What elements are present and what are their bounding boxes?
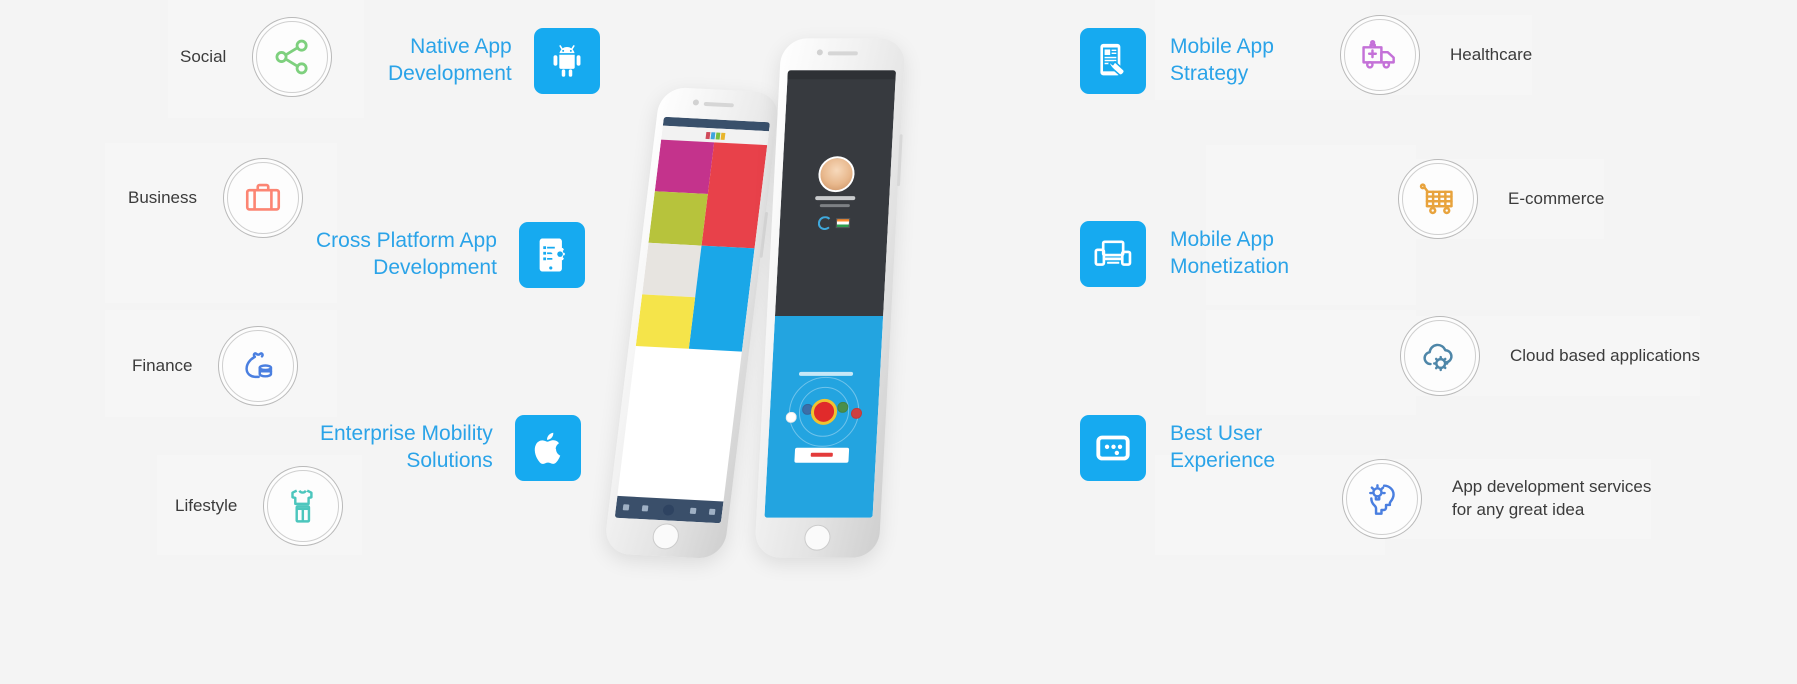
industry-label-cloud-based-applications: Cloud based applications (1510, 345, 1700, 365)
phone-speaker (703, 101, 735, 108)
industry-label-social: Social (180, 46, 227, 66)
industry-label-app-development-services: App development services for any great i… (1452, 477, 1652, 519)
tile-crafts-stationery[interactable] (648, 191, 708, 246)
apple-icon (514, 415, 581, 481)
phone-speaker (827, 51, 858, 56)
radar-status-text (798, 371, 854, 376)
industry-label-ecommerce: E-commerce (1508, 188, 1605, 208)
service-label-best-user-experience: Best User Experience (1170, 422, 1276, 472)
cloud-gear-icon (1400, 316, 1480, 396)
android-icon (533, 28, 600, 94)
tile-accessories[interactable] (635, 294, 696, 349)
window-dots-icon (1080, 415, 1146, 481)
industry-item-healthcare[interactable]: Healthcare (1340, 15, 1533, 95)
bg-panel-7 (1206, 310, 1416, 415)
tab-icon-profile[interactable] (622, 504, 630, 511)
phone-camera (816, 49, 824, 56)
industry-label-lifestyle: Lifestyle (175, 495, 238, 515)
phone-home-button[interactable] (803, 524, 832, 551)
tile-fashion[interactable] (642, 242, 702, 298)
app-tab-bar[interactable] (614, 495, 724, 524)
tab-icon-share[interactable] (641, 505, 649, 512)
category-tile-grid (635, 139, 768, 352)
category-tiles-app (614, 116, 771, 524)
industry-item-ecommerce[interactable]: E-commerce (1398, 159, 1605, 239)
service-label-cross-platform-app-development: Cross Platform App Development (316, 229, 497, 279)
tile-furniture[interactable] (688, 245, 755, 352)
service-item-mobile-app-monetization[interactable]: Mobile App Monetization (1080, 221, 1289, 287)
phone-side-button (896, 134, 903, 187)
radar-peer (850, 407, 863, 419)
flag-icon (835, 218, 851, 229)
profile-locale-row (817, 216, 851, 231)
profile-name (815, 196, 856, 201)
service-label-native-app-development: Native App Development (388, 35, 512, 85)
service-label-enterprise-mobility-solutions: Enterprise Mobility Solutions (320, 422, 493, 472)
tab-icon-camera[interactable] (709, 508, 716, 516)
tab-icon-alerts[interactable] (689, 507, 697, 514)
loading-ring-icon (817, 216, 833, 231)
radar-graphic (785, 376, 864, 447)
service-item-native-app-development[interactable]: Native App Development (388, 28, 600, 94)
profile-header (774, 70, 897, 317)
tile-footwear[interactable] (654, 139, 715, 194)
avatar (817, 156, 856, 193)
service-item-mobile-app-strategy[interactable]: Mobile App Strategy (1080, 28, 1274, 94)
phone-gear-icon (518, 222, 585, 288)
android-phone-mockup (603, 86, 781, 560)
hero-illustration: Social Business Finance Lifestyle Native… (0, 0, 1797, 684)
industry-item-finance[interactable]: Finance (132, 326, 299, 406)
iphone-mockup (754, 38, 906, 558)
industry-item-business[interactable]: Business (128, 158, 303, 238)
service-item-cross-platform-app-development[interactable]: Cross Platform App Development (316, 222, 585, 288)
service-label-mobile-app-monetization: Mobile App Monetization (1170, 228, 1290, 278)
industry-item-cloud-based-applications[interactable]: Cloud based applications (1400, 316, 1700, 396)
tab-icon-cart[interactable] (660, 501, 678, 518)
phone-home-button[interactable] (651, 522, 681, 550)
shopping-cart-icon (1398, 159, 1478, 239)
share-nodes-icon (252, 17, 333, 97)
industry-label-healthcare: Healthcare (1450, 44, 1533, 64)
ambulance-icon (1340, 15, 1420, 95)
phone-hand-icon (1080, 28, 1146, 94)
tile-home-garden[interactable] (701, 142, 768, 249)
briefcase-icon (222, 158, 303, 238)
service-item-best-user-experience[interactable]: Best User Experience (1080, 415, 1275, 481)
app-status-bar (787, 70, 897, 80)
industry-item-lifestyle[interactable]: Lifestyle (175, 466, 344, 546)
radar-cta-button[interactable] (794, 447, 850, 463)
phone-camera (692, 99, 700, 106)
radar-panel (764, 316, 884, 518)
industry-label-finance: Finance (132, 355, 193, 375)
money-bag-icon (218, 326, 299, 406)
phone-mockups (603, 10, 920, 580)
profile-radar-app (764, 70, 897, 518)
service-item-enterprise-mobility-solutions[interactable]: Enterprise Mobility Solutions (320, 415, 581, 481)
profile-subtitle (819, 204, 850, 208)
industry-item-social[interactable]: Social (180, 17, 333, 97)
head-lightbulb-icon (1342, 459, 1422, 539)
multi-device-icon (1080, 221, 1146, 287)
industry-item-app-development-services[interactable]: App development services for any great i… (1342, 459, 1652, 539)
service-label-mobile-app-strategy: Mobile App Strategy (1170, 35, 1274, 85)
phone-side-button (759, 211, 769, 258)
industry-label-business: Business (128, 187, 197, 207)
